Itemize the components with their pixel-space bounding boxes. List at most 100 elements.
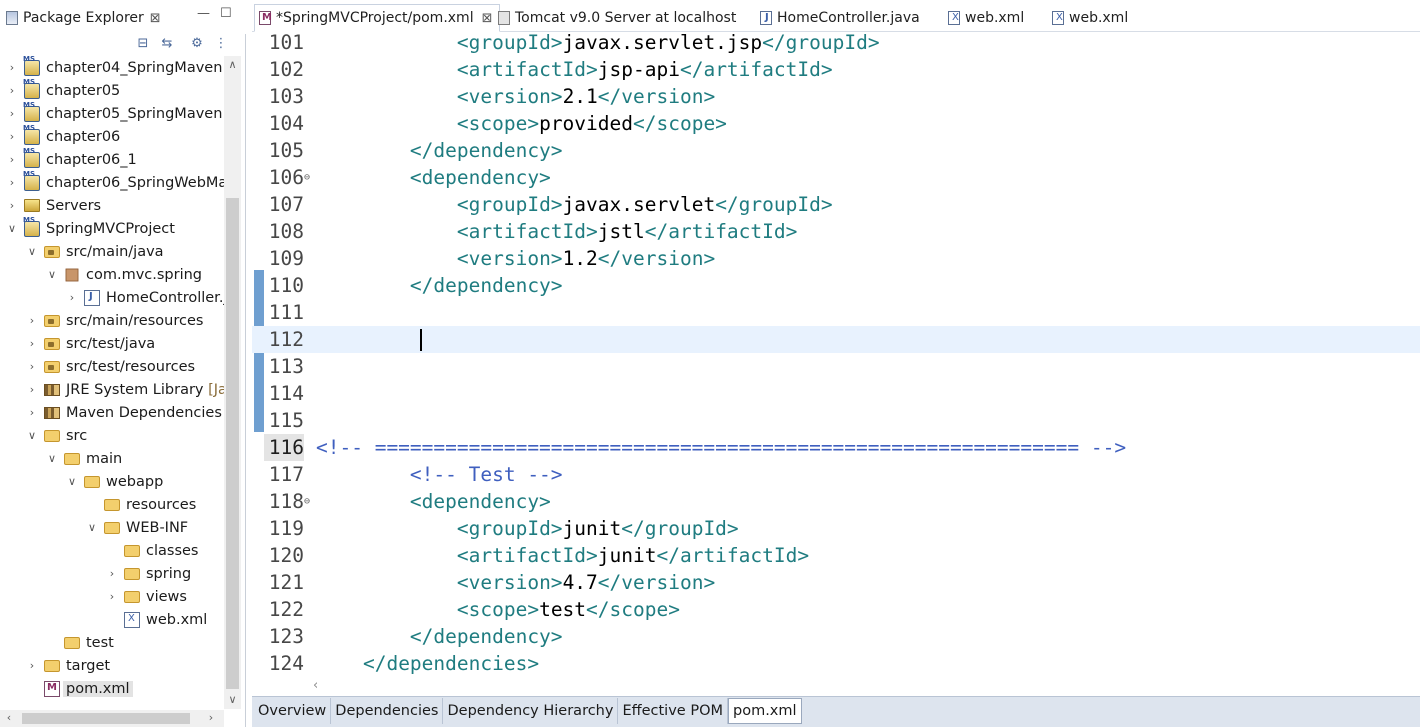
view-menu-icon[interactable]: ⋮ (213, 36, 229, 52)
tree-item[interactable]: ∨ SpringMVCProject (0, 216, 224, 240)
collapsed-chevron-icon[interactable]: › (26, 337, 38, 350)
collapsed-chevron-icon[interactable]: › (26, 659, 38, 672)
code-line[interactable]: 106 ⊖ <dependency> (252, 164, 1420, 191)
page-tab-overview[interactable]: Overview (254, 698, 332, 724)
fold-toggle-icon[interactable]: ⊖ (304, 164, 310, 191)
code-line[interactable]: 105 </dependency> (252, 137, 1420, 164)
editor-horizontal-scrollbar[interactable]: ‹ (307, 677, 1420, 694)
scroll-left-icon[interactable]: ‹ (313, 678, 318, 693)
code-line[interactable]: 112 (252, 326, 1420, 353)
minimize-icon[interactable]: — (197, 6, 210, 21)
code-line[interactable]: 102 <artifactId>jsp-api</artifactId> (252, 56, 1420, 83)
package-explorer-tab[interactable]: Package Explorer ⊠ (0, 4, 161, 32)
code-line[interactable]: 115 (252, 407, 1420, 434)
scroll-left-icon[interactable]: ‹ (2, 711, 16, 725)
editor-tab[interactable]: web.xml (948, 4, 1024, 32)
close-icon[interactable]: ⊠ (482, 11, 493, 26)
collapsed-chevron-icon[interactable]: › (26, 360, 38, 373)
code-line[interactable]: 124 </dependencies> (252, 650, 1420, 677)
code-line[interactable]: 103 <version>2.1</version> (252, 83, 1420, 110)
tree-item[interactable]: classes (0, 539, 224, 562)
tree-item[interactable]: › spring (0, 562, 224, 585)
expanded-chevron-icon[interactable]: ∨ (46, 452, 58, 465)
tree-item[interactable]: › target (0, 654, 224, 677)
code-line[interactable]: 111 (252, 299, 1420, 326)
collapsed-chevron-icon[interactable]: › (106, 590, 118, 603)
code-line[interactable]: 101 <groupId>javax.servlet.jsp</groupId> (252, 32, 1420, 56)
expanded-chevron-icon[interactable]: ∨ (26, 429, 38, 442)
tree-item[interactable]: ∨ src/main/java (0, 240, 224, 263)
collapsed-chevron-icon[interactable]: › (26, 383, 38, 396)
code-line[interactable]: 120 <artifactId>junit</artifactId> (252, 542, 1420, 569)
collapsed-chevron-icon[interactable]: › (6, 84, 18, 97)
expanded-chevron-icon[interactable]: ∨ (66, 475, 78, 488)
tree-item[interactable]: resources (0, 493, 224, 516)
fold-toggle-icon[interactable]: ⊖ (304, 488, 310, 515)
collapsed-chevron-icon[interactable]: › (6, 199, 18, 212)
tree-vertical-scrollbar[interactable]: ∧ ∨ (224, 56, 241, 709)
code-line[interactable]: 123 </dependency> (252, 623, 1420, 650)
collapsed-chevron-icon[interactable]: › (6, 107, 18, 120)
collapsed-chevron-icon[interactable]: › (6, 130, 18, 143)
scroll-thumb[interactable] (22, 713, 190, 724)
maximize-icon[interactable]: ☐ (220, 6, 232, 21)
collapsed-chevron-icon[interactable]: › (6, 153, 18, 166)
editor-tab[interactable]: Tomcat v9.0 Server at localhost (498, 4, 736, 32)
code-line[interactable]: 117 <!-- Test --> (252, 461, 1420, 488)
tree-item[interactable]: › chapter04_SpringMaven (0, 56, 224, 79)
tree-item[interactable]: pom.xml (0, 677, 224, 700)
tree-item[interactable]: ∨ src (0, 424, 224, 447)
tree-item[interactable]: ∨ WEB-INF (0, 516, 224, 539)
code-line[interactable]: 107 <groupId>javax.servlet</groupId> (252, 191, 1420, 218)
collapsed-chevron-icon[interactable]: › (26, 314, 38, 327)
tree-item[interactable]: ∨ main (0, 447, 224, 470)
collapsed-chevron-icon[interactable]: › (6, 176, 18, 189)
scroll-down-icon[interactable]: ∨ (226, 693, 239, 707)
tree-item[interactable]: › chapter06_SpringWebMav (0, 170, 224, 194)
code-line[interactable]: 121 <version>4.7</version> (252, 569, 1420, 596)
collapse-all-icon[interactable]: ⊟ (135, 36, 151, 52)
tree-horizontal-scrollbar[interactable]: ‹ › (0, 710, 224, 727)
expanded-chevron-icon[interactable]: ∨ (6, 222, 18, 235)
tree-item[interactable]: › Maven Dependencies (0, 401, 224, 424)
tree-item[interactable]: › HomeController.j (0, 286, 224, 309)
code-line[interactable]: 104 <scope>provided</scope> (252, 110, 1420, 137)
tree-item[interactable]: › chapter05 (0, 78, 224, 102)
scroll-up-icon[interactable]: ∧ (226, 58, 239, 72)
tree-item[interactable]: › Servers (0, 194, 224, 217)
scroll-right-icon[interactable]: › (204, 711, 218, 725)
tree-item[interactable]: › src/main/resources (0, 309, 224, 332)
collapsed-chevron-icon[interactable]: › (66, 291, 78, 304)
tree-item[interactable]: ∨ webapp (0, 470, 224, 493)
tree-item[interactable]: › JRE System Library [Java (0, 378, 224, 401)
code-line[interactable]: 116 <!-- ================================… (252, 434, 1420, 461)
focus-icon[interactable]: ⚙ (189, 36, 205, 52)
collapsed-chevron-icon[interactable]: › (6, 61, 18, 74)
editor-tab[interactable]: web.xml (1052, 4, 1128, 32)
code-line[interactable]: 113 (252, 353, 1420, 380)
editor-tab[interactable]: HomeController.java (760, 4, 920, 32)
collapsed-chevron-icon[interactable]: › (26, 406, 38, 419)
code-line[interactable]: 119 <groupId>junit</groupId> (252, 515, 1420, 542)
tree-item[interactable]: › src/test/resources (0, 355, 224, 378)
page-tab-dependency-hierarchy[interactable]: Dependency Hierarchy (443, 698, 619, 724)
code-line[interactable]: 118 ⊖ <dependency> (252, 488, 1420, 515)
source-editor[interactable]: 101 <groupId>javax.servlet.jsp</groupId>… (252, 32, 1420, 677)
page-tab-dependencies[interactable]: Dependencies (331, 698, 444, 724)
page-tab-effective-pom[interactable]: Effective POM (618, 698, 728, 724)
editor-tab[interactable]: *SpringMVCProject/pom.xml ⊠ (254, 4, 500, 32)
tree-item[interactable]: › chapter05_SpringMaven (0, 101, 224, 125)
tree-item[interactable]: › chapter06_1 (0, 147, 224, 171)
tree-item[interactable]: test (0, 631, 224, 654)
code-line[interactable]: 108 <artifactId>jstl</artifactId> (252, 218, 1420, 245)
collapsed-chevron-icon[interactable]: › (106, 567, 118, 580)
tree-item[interactable]: › src/test/java (0, 332, 224, 355)
expanded-chevron-icon[interactable]: ∨ (86, 521, 98, 534)
expanded-chevron-icon[interactable]: ∨ (26, 245, 38, 258)
code-line[interactable]: 122 <scope>test</scope> (252, 596, 1420, 623)
expanded-chevron-icon[interactable]: ∨ (46, 268, 58, 281)
page-tab-pom-xml[interactable]: pom.xml (728, 698, 802, 724)
tree-item[interactable]: › chapter06 (0, 124, 224, 148)
link-with-editor-icon[interactable]: ⇆ (159, 36, 175, 52)
close-icon[interactable]: ⊠ (150, 11, 161, 26)
